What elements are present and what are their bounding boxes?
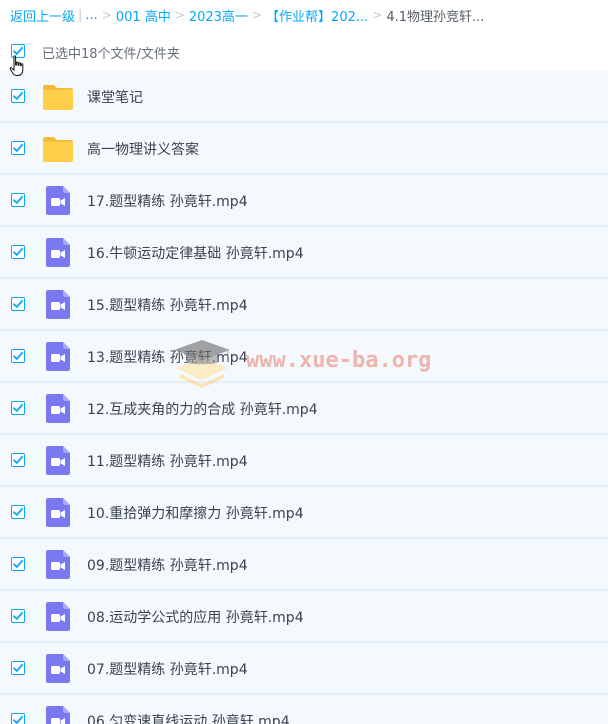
video-file-icon <box>46 654 70 683</box>
check-icon <box>13 351 24 360</box>
file-checkbox[interactable] <box>11 193 25 207</box>
check-icon <box>13 611 24 620</box>
video-file-icon <box>46 290 70 319</box>
breadcrumb-current: 4.1物理孙竞轩... <box>386 9 485 25</box>
file-list: 课堂笔记高一物理讲义答案 17.题型精练 孙竟轩.mp4 16.牛顿运动定律基础 孙… <box>0 71 608 724</box>
file-row[interactable]: 10.重拾弹力和摩擦力 孙竟轩.mp4 <box>0 487 608 539</box>
video-file-icon <box>46 186 70 215</box>
file-row[interactable]: 06.匀变速直线运动 孙竟轩.mp4 <box>0 695 608 724</box>
check-icon <box>13 91 24 100</box>
file-checkbox[interactable] <box>11 557 25 571</box>
file-name[interactable]: 09.题型精练 孙竟轩.mp4 <box>87 555 248 575</box>
file-name[interactable]: 17.题型精练 孙竟轩.mp4 <box>87 191 248 211</box>
check-icon <box>13 455 24 464</box>
file-checkbox[interactable] <box>11 453 25 467</box>
file-row[interactable]: 高一物理讲义答案 <box>0 123 608 175</box>
video-file-icon <box>46 550 70 579</box>
file-checkbox[interactable] <box>11 713 25 724</box>
file-checkbox[interactable] <box>11 89 25 103</box>
file-browser: 返回上一级 | ... > 001 高中 > 2023高一 > 【作业帮】202… <box>0 0 608 724</box>
breadcrumb-item[interactable]: 001 高中 <box>116 6 171 25</box>
file-name[interactable]: 16.牛顿运动定律基础 孙竟轩.mp4 <box>87 243 304 263</box>
file-checkbox[interactable] <box>11 349 25 363</box>
check-icon <box>13 715 24 724</box>
video-file-icon <box>46 238 70 267</box>
video-file-icon <box>46 446 70 475</box>
file-checkbox[interactable] <box>11 141 25 155</box>
check-icon <box>13 663 24 672</box>
breadcrumb: 返回上一级 | ... > 001 高中 > 2023高一 > 【作业帮】202… <box>10 5 606 25</box>
file-row[interactable]: 15.题型精练 孙竟轩.mp4 <box>0 279 608 331</box>
file-name[interactable]: 07.题型精练 孙竟轩.mp4 <box>87 659 248 679</box>
file-row[interactable]: 07.题型精练 孙竟轩.mp4 <box>0 643 608 695</box>
breadcrumb-separator: > <box>372 8 383 22</box>
file-row[interactable]: 课堂笔记 <box>0 71 608 123</box>
file-checkbox[interactable] <box>11 505 25 519</box>
breadcrumb-ellipsis[interactable]: ... <box>85 8 97 23</box>
file-checkbox[interactable] <box>11 245 25 259</box>
folder-icon <box>43 85 73 110</box>
file-name[interactable]: 15.题型精练 孙竟轩.mp4 <box>87 295 248 315</box>
file-row[interactable]: 16.牛顿运动定律基础 孙竟轩.mp4 <box>0 227 608 279</box>
video-file-icon <box>46 394 70 423</box>
file-checkbox[interactable] <box>11 297 25 311</box>
file-row[interactable]: 08.运动学公式的应用 孙竟轩.mp4 <box>0 591 608 643</box>
hand-cursor-icon <box>9 55 24 76</box>
check-icon <box>13 247 24 256</box>
video-file-icon <box>46 602 70 631</box>
breadcrumb-separator: > <box>101 8 112 22</box>
check-icon <box>13 559 24 568</box>
file-name[interactable]: 06.匀变速直线运动 孙竟轩.mp4 <box>87 711 290 724</box>
file-checkbox[interactable] <box>11 401 25 415</box>
file-name[interactable]: 11.题型精练 孙竟轩.mp4 <box>87 451 248 471</box>
file-name[interactable]: 12.互成夹角的力的合成 孙竟轩.mp4 <box>87 399 318 419</box>
file-row[interactable]: 13.题型精练 孙竟轩.mp4 <box>0 331 608 383</box>
video-file-icon <box>46 498 70 527</box>
video-file-icon <box>46 342 70 371</box>
check-icon <box>13 299 24 308</box>
check-icon <box>13 195 24 204</box>
breadcrumb-divider: | <box>78 7 83 23</box>
check-icon <box>13 403 24 412</box>
folder-icon <box>43 137 73 162</box>
breadcrumb-item[interactable]: 【作业帮】202... <box>266 6 368 25</box>
file-name[interactable]: 10.重拾弹力和摩擦力 孙竟轩.mp4 <box>87 503 304 523</box>
file-row[interactable]: 11.题型精练 孙竟轩.mp4 <box>0 435 608 487</box>
breadcrumb-separator: > <box>251 8 263 22</box>
breadcrumb-separator: > <box>174 8 185 22</box>
file-checkbox[interactable] <box>11 609 25 623</box>
video-file-icon <box>46 706 70 724</box>
select-all-bar: 已选中18个文件/文件夹 <box>0 36 608 68</box>
file-name[interactable]: 高一物理讲义答案 <box>87 139 199 159</box>
file-row[interactable]: 17.题型精练 孙竟轩.mp4 <box>0 175 608 227</box>
check-icon <box>13 507 24 516</box>
selection-count-text: 已选中18个文件/文件夹 <box>42 47 180 62</box>
file-checkbox[interactable] <box>11 661 25 675</box>
file-name[interactable]: 13.题型精练 孙竟轩.mp4 <box>87 347 248 367</box>
check-icon <box>13 143 24 152</box>
breadcrumb-item[interactable]: 2023高一 <box>189 6 248 25</box>
file-row[interactable]: 09.题型精练 孙竟轩.mp4 <box>0 539 608 591</box>
back-link[interactable]: 返回上一级 <box>10 6 75 25</box>
file-name[interactable]: 课堂笔记 <box>87 87 143 107</box>
file-row[interactable]: 12.互成夹角的力的合成 孙竟轩.mp4 <box>0 383 608 435</box>
file-name[interactable]: 08.运动学公式的应用 孙竟轩.mp4 <box>87 607 304 627</box>
